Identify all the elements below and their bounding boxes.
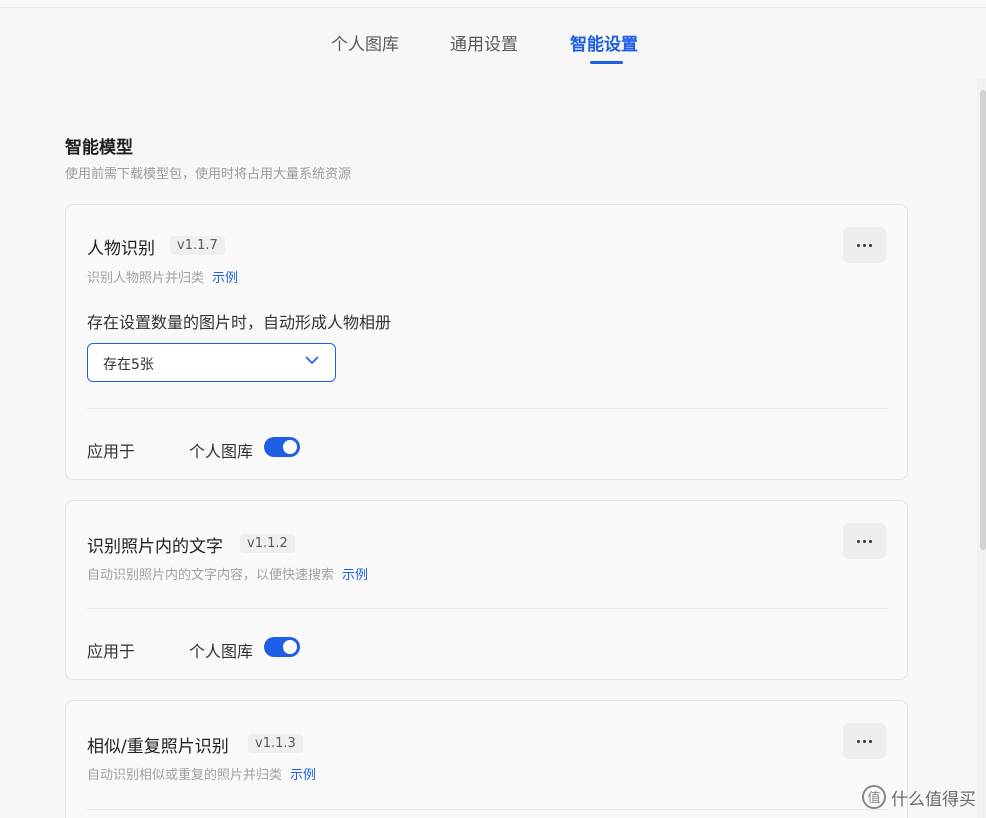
apply-to-label: 应用于 [87, 642, 136, 661]
section-title: 智能模型 [65, 138, 133, 158]
model-card-duplicate-recognition: 相似/重复照片识别 v1.1.3 自动识别相似或重复的照片并归类 示例 [65, 700, 908, 818]
more-dot-icon [863, 243, 866, 247]
example-link[interactable]: 示例 [290, 768, 316, 783]
card-title: 人物识别 [87, 239, 155, 259]
more-dot-icon [857, 243, 860, 247]
version-badge: v1.1.2 [240, 534, 295, 553]
more-options-button[interactable] [843, 227, 886, 263]
apply-to-label: 应用于 [87, 442, 136, 461]
card-divider [87, 608, 888, 609]
model-card-person-recognition: 人物识别 v1.1.7 识别人物照片并归类 示例 存在设置数量的图片时，自动形成人… [65, 204, 908, 480]
svg-text:值: 值 [867, 790, 880, 806]
card-description: 自动识别相似或重复的照片并归类 示例 [87, 764, 316, 783]
card-divider [87, 809, 888, 810]
select-value: 存在5张 [103, 357, 154, 373]
more-dot-icon [857, 739, 860, 743]
more-options-button[interactable] [843, 523, 886, 559]
tab-bar: 个人图库 通用设置 智能设置 [0, 0, 986, 70]
toggle-knob [283, 440, 297, 454]
tab-general-settings[interactable]: 通用设置 [450, 30, 518, 55]
chevron-down-icon [305, 356, 319, 365]
card-description-text: 自动识别照片内的文字内容，以便快速搜索 [87, 568, 335, 583]
example-link[interactable]: 示例 [342, 568, 368, 583]
card-description: 识别人物照片并归类 示例 [87, 267, 238, 286]
watermark-logo-icon: 值 [862, 785, 886, 809]
toggle-knob [283, 640, 297, 654]
card-description-text: 识别人物照片并归类 [87, 271, 205, 286]
more-dot-icon [869, 243, 872, 247]
apply-toggle[interactable] [264, 637, 300, 657]
more-dot-icon [857, 539, 860, 543]
card-divider [87, 408, 888, 409]
album-threshold-question: 存在设置数量的图片时，自动形成人物相册 [87, 313, 392, 332]
active-tab-indicator [590, 61, 623, 64]
watermark-text: 什么值得买 [891, 789, 976, 810]
more-dot-icon [863, 739, 866, 743]
apply-toggle[interactable] [264, 437, 300, 457]
example-link[interactable]: 示例 [212, 271, 238, 286]
card-title: 识别照片内的文字 [87, 537, 223, 557]
more-dot-icon [869, 539, 872, 543]
version-badge: v1.1.7 [170, 236, 225, 255]
card-title: 相似/重复照片识别 [87, 737, 229, 757]
version-badge: v1.1.3 [248, 734, 303, 753]
scrollbar-thumb[interactable] [980, 90, 986, 550]
tab-personal-gallery[interactable]: 个人图库 [331, 30, 399, 55]
section-description: 使用前需下载模型包，使用时将占用大量系统资源 [65, 167, 352, 182]
card-description: 自动识别照片内的文字内容，以便快速搜索 示例 [87, 564, 368, 583]
card-description-text: 自动识别相似或重复的照片并归类 [87, 768, 283, 783]
apply-target-label: 个人图库 [189, 642, 254, 661]
model-card-text-recognition: 识别照片内的文字 v1.1.2 自动识别照片内的文字内容，以便快速搜索 示例 应用… [65, 500, 908, 680]
apply-target-label: 个人图库 [189, 442, 254, 461]
watermark: 值 什么值得买 [861, 784, 976, 810]
more-options-button[interactable] [843, 723, 886, 759]
tab-smart-settings[interactable]: 智能设置 [570, 30, 638, 55]
photo-count-select[interactable]: 存在5张 [87, 343, 336, 382]
more-dot-icon [863, 539, 866, 543]
more-dot-icon [869, 739, 872, 743]
